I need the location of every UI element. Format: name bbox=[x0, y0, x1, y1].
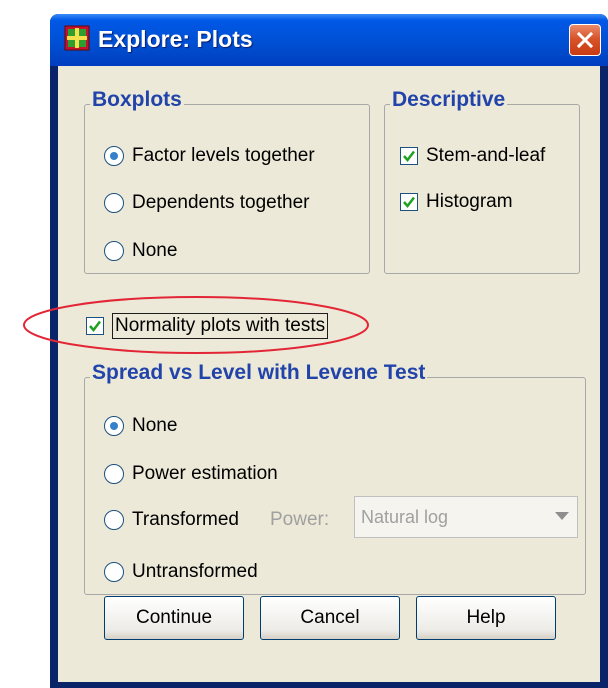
option-label: None bbox=[132, 240, 178, 261]
option-label: Factor levels together bbox=[132, 145, 315, 166]
close-icon bbox=[576, 31, 594, 49]
radio-icon bbox=[104, 241, 124, 261]
power-label: Power: bbox=[270, 509, 330, 530]
dialog-title: Explore: Plots bbox=[98, 26, 253, 52]
annotation-ellipse bbox=[23, 296, 369, 354]
radio-selected-icon bbox=[104, 146, 124, 166]
radio-icon bbox=[104, 464, 124, 484]
option-label: Transformed bbox=[132, 509, 239, 530]
radio-icon bbox=[104, 193, 124, 213]
continue-button[interactable]: Continue bbox=[104, 596, 244, 640]
help-button[interactable]: Help bbox=[416, 596, 556, 640]
option-label: Untransformed bbox=[132, 561, 258, 582]
option-label: Stem-and-leaf bbox=[426, 145, 546, 166]
spread-vs-level-legend: Spread vs Level with Levene Test bbox=[90, 361, 428, 385]
stem-and-leaf-checkbox[interactable]: Stem-and-leaf bbox=[400, 145, 545, 167]
power-select[interactable]: Natural log bbox=[354, 496, 578, 538]
close-button[interactable] bbox=[569, 24, 601, 56]
chevron-down-icon bbox=[555, 512, 569, 520]
checkbox-checked-icon bbox=[400, 147, 418, 165]
boxplots-option-none[interactable]: None bbox=[104, 240, 177, 262]
option-label: Dependents together bbox=[132, 192, 310, 213]
radio-icon bbox=[104, 562, 124, 582]
radio-icon bbox=[104, 510, 124, 530]
boxplots-option-factor-levels[interactable]: Factor levels together bbox=[104, 145, 315, 167]
spread-option-transformed[interactable]: Transformed bbox=[104, 509, 239, 531]
boxplots-option-dependents[interactable]: Dependents together bbox=[104, 192, 309, 214]
boxplots-legend: Boxplots bbox=[90, 88, 184, 112]
checkbox-checked-icon bbox=[400, 193, 418, 211]
spss-grid-icon bbox=[64, 25, 90, 51]
title-bar[interactable]: Explore: Plots bbox=[50, 14, 608, 66]
spread-option-untransformed[interactable]: Untransformed bbox=[104, 561, 258, 583]
spread-option-none[interactable]: None bbox=[104, 415, 177, 437]
histogram-checkbox[interactable]: Histogram bbox=[400, 191, 513, 213]
radio-selected-icon bbox=[104, 416, 124, 436]
option-label: None bbox=[132, 415, 178, 436]
spread-option-power-estimation[interactable]: Power estimation bbox=[104, 463, 278, 485]
power-select-value: Natural log bbox=[361, 507, 449, 527]
descriptive-group bbox=[384, 104, 580, 274]
descriptive-legend: Descriptive bbox=[390, 88, 508, 112]
cancel-button[interactable]: Cancel bbox=[260, 596, 400, 640]
option-label: Histogram bbox=[426, 191, 513, 212]
option-label: Power estimation bbox=[132, 463, 278, 484]
